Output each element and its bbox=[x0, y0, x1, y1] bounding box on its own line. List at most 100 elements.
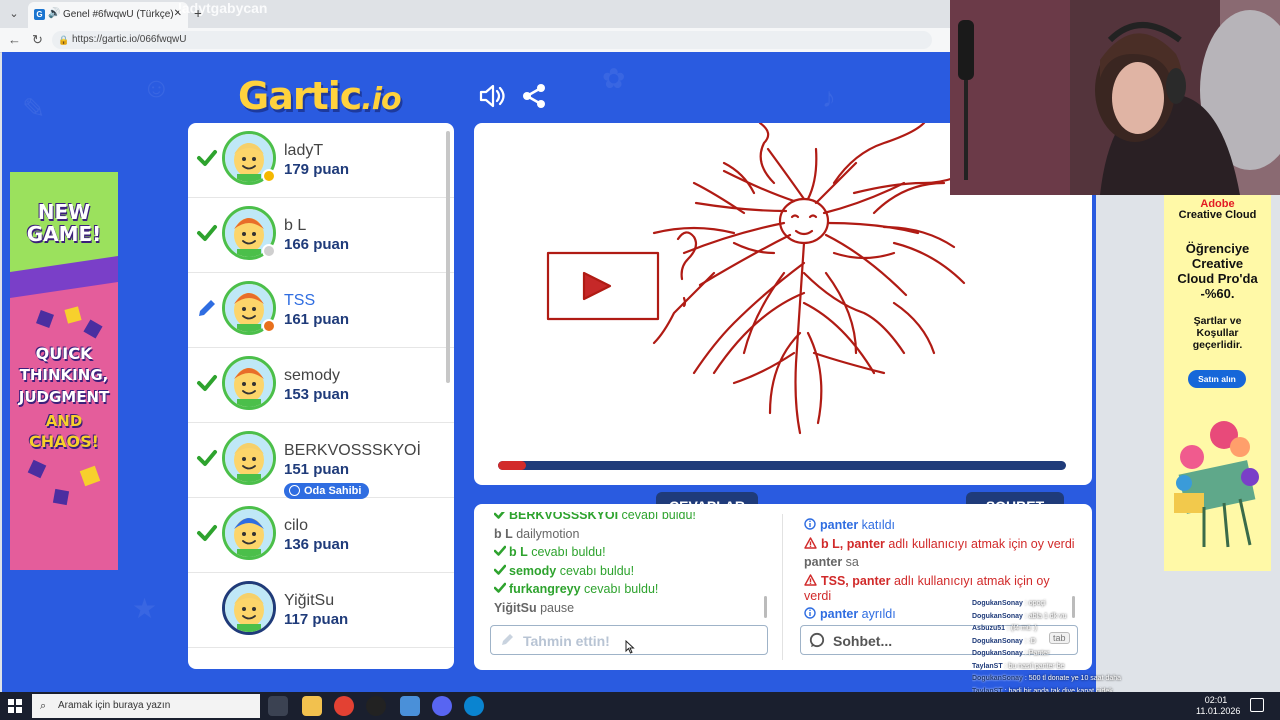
room-owner-badge: Oda Sahibi bbox=[284, 483, 370, 499]
stream-chat-message: DogukanSonay : opoçi bbox=[972, 598, 1142, 611]
player-row[interactable]: ladyT 179 puan bbox=[188, 123, 454, 198]
player-row[interactable]: cilo 136 puan bbox=[188, 498, 454, 573]
player-avatar[interactable] bbox=[222, 356, 276, 410]
clock-date: 11.01.2026 bbox=[1196, 706, 1241, 716]
stream-chat-user: DogukanSonay bbox=[972, 650, 1023, 657]
webcam-image bbox=[950, 0, 1280, 195]
back-arrow-icon[interactable]: ← bbox=[8, 32, 21, 47]
stream-chat-user: DogukanSonay bbox=[972, 600, 1023, 607]
chat-user: panter bbox=[820, 518, 859, 532]
ad-cta-button[interactable]: Satın alın bbox=[1188, 370, 1246, 388]
gartic-logo: Gartic.io bbox=[238, 74, 402, 118]
player-avatar[interactable] bbox=[222, 431, 276, 485]
chat-user: panter bbox=[804, 555, 843, 569]
taskbar-clock[interactable]: 02:01 11.01.2026 bbox=[1196, 695, 1241, 717]
stream-chat-user: Asbuzu51 bbox=[972, 625, 1006, 632]
warning-icon bbox=[804, 536, 817, 549]
player-name: ladyT bbox=[284, 142, 324, 159]
avatar-face bbox=[225, 434, 273, 482]
logo-suffix: .io bbox=[361, 82, 401, 117]
players-scrollbar[interactable] bbox=[446, 131, 450, 383]
chat-text: sa bbox=[842, 555, 859, 569]
player-name: TSS bbox=[284, 292, 316, 309]
player-avatar[interactable] bbox=[222, 581, 276, 635]
answer-text: cevabı buldu! bbox=[556, 563, 635, 578]
search-icon: ⌕ bbox=[40, 700, 47, 712]
stream-chat-message: TaylanST : bu nasıl panter be bbox=[972, 661, 1142, 674]
url-field[interactable]: 🔒 https://gartic.io/066fwqwU bbox=[52, 31, 932, 49]
chat-text: adlı kullanıcıyı atmak için oy verdi bbox=[884, 536, 1075, 551]
background-doodle: ✿ bbox=[602, 63, 626, 94]
taskbar-search[interactable]: ⌕ Aramak için buraya yazın bbox=[32, 694, 260, 718]
stream-chat-user: DogukanSonay bbox=[972, 612, 1023, 620]
stream-chat-message: DogukanSonay : :D bbox=[972, 636, 1142, 649]
chrome-icon[interactable] bbox=[334, 696, 354, 716]
clock-time: 02:01 bbox=[1204, 695, 1228, 705]
answer-item: b L cevabı buldu! bbox=[494, 543, 766, 562]
answer-text: cevabı buldu! bbox=[618, 512, 696, 522]
ad-right-headline4: -%60. bbox=[1200, 286, 1235, 301]
answer-user: semody bbox=[509, 563, 557, 578]
ad-right-headline2: Creative bbox=[1191, 256, 1244, 271]
logo-main: Gartic bbox=[238, 74, 362, 118]
pencil-icon bbox=[502, 634, 513, 645]
stream-chat-message: Asbuzu51 : (f4 mü :) bbox=[972, 623, 1142, 636]
reload-icon[interactable]: ↻ bbox=[32, 32, 43, 48]
ad-flower-illustration bbox=[1174, 421, 1259, 548]
player-row[interactable]: semody 153 puan bbox=[188, 348, 454, 423]
tab-audio-icon[interactable]: 🔊 bbox=[48, 8, 60, 19]
stream-chat-text: : bu nasıl panter be bbox=[1002, 662, 1065, 670]
browser-tab-active[interactable]: G 🔊 Genel #6fwqwU (Türkçe) - Gar ✕ bbox=[28, 2, 188, 28]
share-icon[interactable] bbox=[520, 82, 548, 110]
player-name: semody bbox=[284, 367, 341, 384]
obs-icon[interactable] bbox=[366, 696, 386, 716]
check-icon bbox=[494, 564, 507, 575]
stream-chat-user: DogukanSonay bbox=[972, 675, 1023, 682]
file-explorer-icon[interactable] bbox=[302, 696, 322, 716]
guess-input[interactable] bbox=[521, 630, 725, 652]
gartic-favicon-icon: G bbox=[34, 9, 45, 20]
info-icon bbox=[804, 607, 816, 619]
webcam-overlay bbox=[950, 0, 1280, 195]
player-row[interactable]: YiğitSu 117 puan bbox=[188, 573, 454, 648]
check-icon bbox=[197, 150, 217, 166]
player-row[interactable]: BERKVOSSSKYOİ 151 puan Oda Sahibi bbox=[188, 423, 454, 499]
ad-left-line1: NEW bbox=[37, 200, 91, 224]
stream-chat-text: : Panter bbox=[1022, 650, 1050, 657]
ad-right-headline1: Öğrenciye bbox=[1185, 241, 1250, 256]
round-timer-fill bbox=[498, 461, 527, 470]
stream-chat-text: : abla 1 dk vu bbox=[1022, 612, 1067, 620]
player-avatar[interactable] bbox=[222, 506, 276, 560]
taskbar-search-placeholder: Aramak için buraya yazın bbox=[58, 700, 171, 711]
windows-icon[interactable] bbox=[8, 699, 22, 713]
chat-message: b L, panter adlı kullanıcıyı atmak için … bbox=[804, 537, 1076, 552]
background-doodle: ☺ bbox=[142, 72, 171, 103]
player-score: 153 puan bbox=[284, 386, 350, 403]
player-row[interactable]: TSS 161 puan bbox=[188, 273, 454, 348]
notification-icon[interactable] bbox=[1250, 698, 1264, 712]
chat-user: panter bbox=[820, 607, 859, 621]
answers-scrollbar[interactable] bbox=[764, 596, 767, 618]
answers-list: BERKVOSSSKYOİ cevabı buldu! b L dailymoti… bbox=[494, 512, 766, 620]
avatar-face bbox=[225, 584, 273, 632]
guess-input-box[interactable] bbox=[490, 625, 768, 655]
player-row[interactable]: b L 166 puan bbox=[188, 198, 454, 273]
players-list: ladyT 179 puan b L 166 puan TSS 161 puan semod… bbox=[188, 123, 454, 669]
check-icon bbox=[494, 582, 507, 593]
edge-icon[interactable] bbox=[464, 696, 484, 716]
mouse-cursor-icon bbox=[625, 640, 635, 654]
ad-banner-left[interactable]: NEW GAME! QUICK THINKING, JUDGMENT AND C… bbox=[10, 172, 118, 570]
check-icon bbox=[494, 545, 507, 556]
answer-user: BERKVOSSSKYOİ bbox=[509, 512, 619, 522]
chat-message: panter katıldı bbox=[804, 518, 1076, 533]
app-icon[interactable] bbox=[400, 696, 420, 716]
answer-text: cevabı buldu! bbox=[580, 582, 659, 596]
tab-list-chevron-icon[interactable]: ⌄ bbox=[6, 6, 22, 22]
site-info-icon[interactable]: 🔒 bbox=[58, 31, 69, 49]
speaker-icon[interactable] bbox=[478, 82, 506, 110]
ad-banner-right[interactable]: Adobe Creative Cloud Öğrenciye Creative … bbox=[1164, 195, 1271, 571]
stream-chat-user: DogukanSonay bbox=[972, 637, 1023, 645]
discord-icon[interactable] bbox=[432, 696, 452, 716]
answer-user: furkangreyy bbox=[509, 582, 581, 596]
task-view-icon[interactable] bbox=[268, 696, 288, 716]
